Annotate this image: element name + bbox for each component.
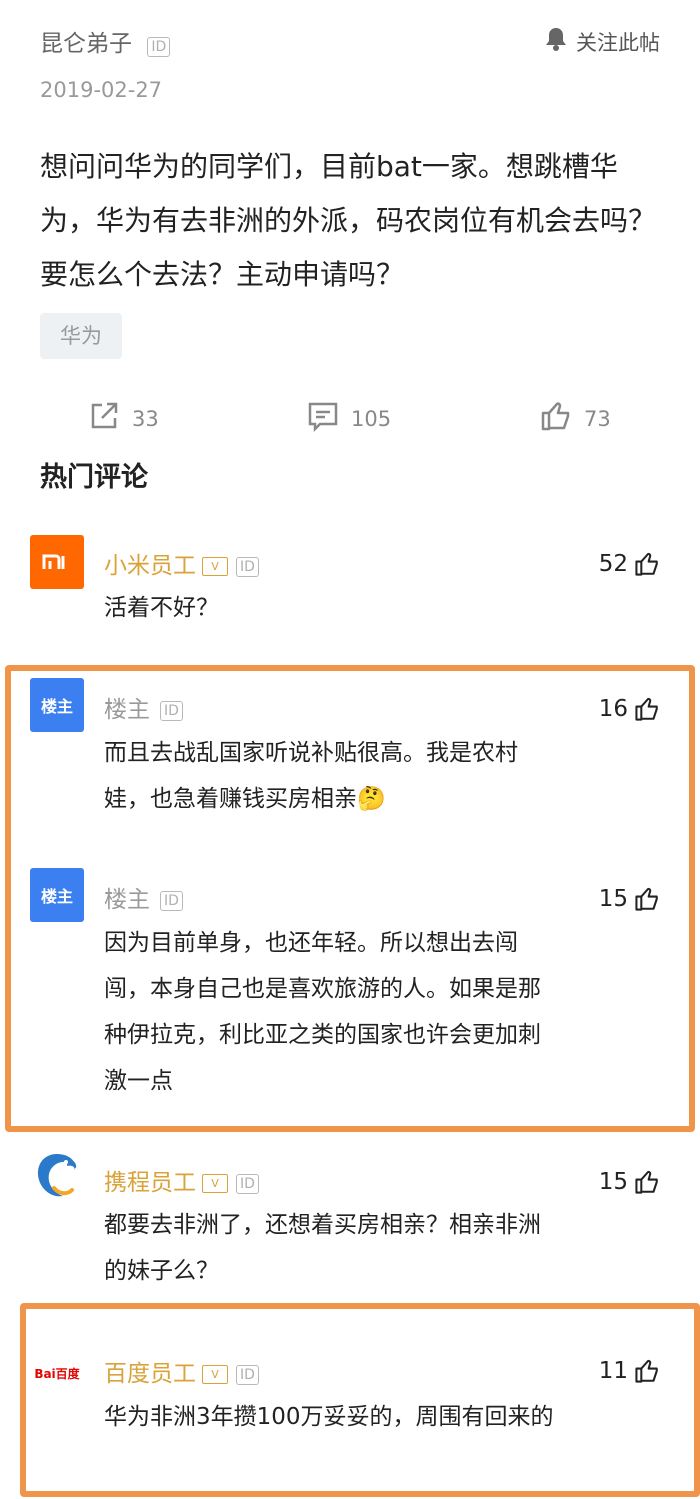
hot-comments-title: 热门评论 [40, 462, 148, 493]
comment-author[interactable]: 楼主 ID [104, 880, 183, 914]
thumbs-up-icon [635, 887, 658, 911]
thinking-emoji-icon: 🤔 [357, 786, 386, 812]
post-date: 2019-02-27 [40, 78, 163, 102]
thumbs-up-icon [540, 400, 572, 437]
comment-like-count: 15 [598, 886, 628, 912]
comment-text: 而且去战乱国家听说补贴很高。我是农村娃，也急着赚钱买房相亲🤔 [104, 730, 554, 822]
comment-text: 因为目前单身，也还年轻。所以想出去闯闯，本身自己也是喜欢旅游的人。如果是那种伊拉… [104, 930, 541, 1094]
comment-like-button[interactable]: 52 [599, 551, 660, 577]
id-badge: ID [236, 1364, 259, 1385]
id-badge: ID [160, 700, 183, 721]
comment-like-button[interactable]: 15 [599, 1169, 660, 1195]
comment-count: 105 [351, 406, 392, 431]
comment-like-button[interactable]: 11 [599, 1358, 660, 1384]
comment-like-count: 11 [598, 1358, 628, 1384]
comment-author-name: 小米员工 [104, 553, 196, 579]
thumbs-up-icon [635, 1359, 658, 1383]
follow-button[interactable]: 关注此帖 [544, 26, 660, 57]
avatar-xiaomi[interactable] [30, 535, 84, 589]
verified-badge-icon: V [202, 1365, 228, 1384]
comment-author[interactable]: 楼主 ID [104, 690, 183, 724]
comment-text: 都要去非洲了，还想着买房相亲？相亲非洲的妹子么？ [104, 1212, 541, 1284]
comment-author[interactable]: 百度员工 V ID [104, 1354, 259, 1388]
dolphin-logo-icon [37, 1154, 77, 1197]
comment-author-name: 携程员工 [104, 1170, 196, 1196]
verified-badge-icon: V [202, 1174, 228, 1193]
comment-text: 华为非洲3年攒100万妥妥的，周围有回来的 [104, 1404, 554, 1430]
comment-icon [307, 400, 339, 437]
comment-author[interactable]: 携程员工 V ID [104, 1163, 259, 1197]
share-count: 33 [132, 406, 159, 431]
share-button[interactable]: 33 [88, 400, 159, 437]
avatar-baidu[interactable]: Bai百度 [30, 1346, 84, 1400]
avatar-op[interactable]: 楼主 [30, 678, 84, 732]
comment-like-count: 16 [598, 696, 628, 722]
comment-author-name: 楼主 [104, 887, 150, 913]
thumbs-up-icon [635, 1170, 658, 1194]
post-author[interactable]: 昆仑弟子 ID [40, 24, 171, 58]
thumbs-up-icon [635, 697, 658, 721]
share-icon [88, 400, 120, 437]
verified-badge-icon: V [202, 557, 228, 576]
comment-like-button[interactable]: 15 [599, 886, 660, 912]
comment-text: 活着不好？ [104, 595, 219, 621]
bell-icon [544, 26, 568, 57]
comment-like-count: 52 [598, 551, 628, 577]
post-author-name[interactable]: 昆仑弟子 [40, 31, 132, 57]
comment-like-button[interactable]: 16 [599, 696, 660, 722]
like-button[interactable]: 73 [540, 400, 611, 437]
post-tag[interactable]: 华为 [40, 313, 122, 359]
like-count: 73 [584, 406, 611, 431]
comment-like-count: 15 [598, 1169, 628, 1195]
avatar-ctrip[interactable] [30, 1150, 84, 1204]
comment-button[interactable]: 105 [307, 400, 391, 437]
id-badge: ID [236, 1173, 259, 1194]
id-badge: ID [160, 890, 183, 911]
xiaomi-logo-icon [42, 554, 65, 569]
follow-label: 关注此帖 [576, 30, 660, 55]
id-badge: ID [147, 37, 171, 57]
comment-text-body: 而且去战乱国家听说补贴很高。我是农村娃，也急着赚钱买房相亲 [104, 740, 518, 812]
id-badge: ID [236, 556, 259, 577]
post-body: 想问问华为的同学们，目前bat一家。想跳槽华为，华为有去非洲的外派，码农岗位有机… [40, 150, 657, 291]
avatar-op[interactable]: 楼主 [30, 868, 84, 922]
comment-author[interactable]: 小米员工 V ID [104, 546, 259, 580]
thumbs-up-icon [635, 552, 658, 576]
comment-author-name: 百度员工 [104, 1361, 196, 1387]
comment-author-name: 楼主 [104, 697, 150, 723]
